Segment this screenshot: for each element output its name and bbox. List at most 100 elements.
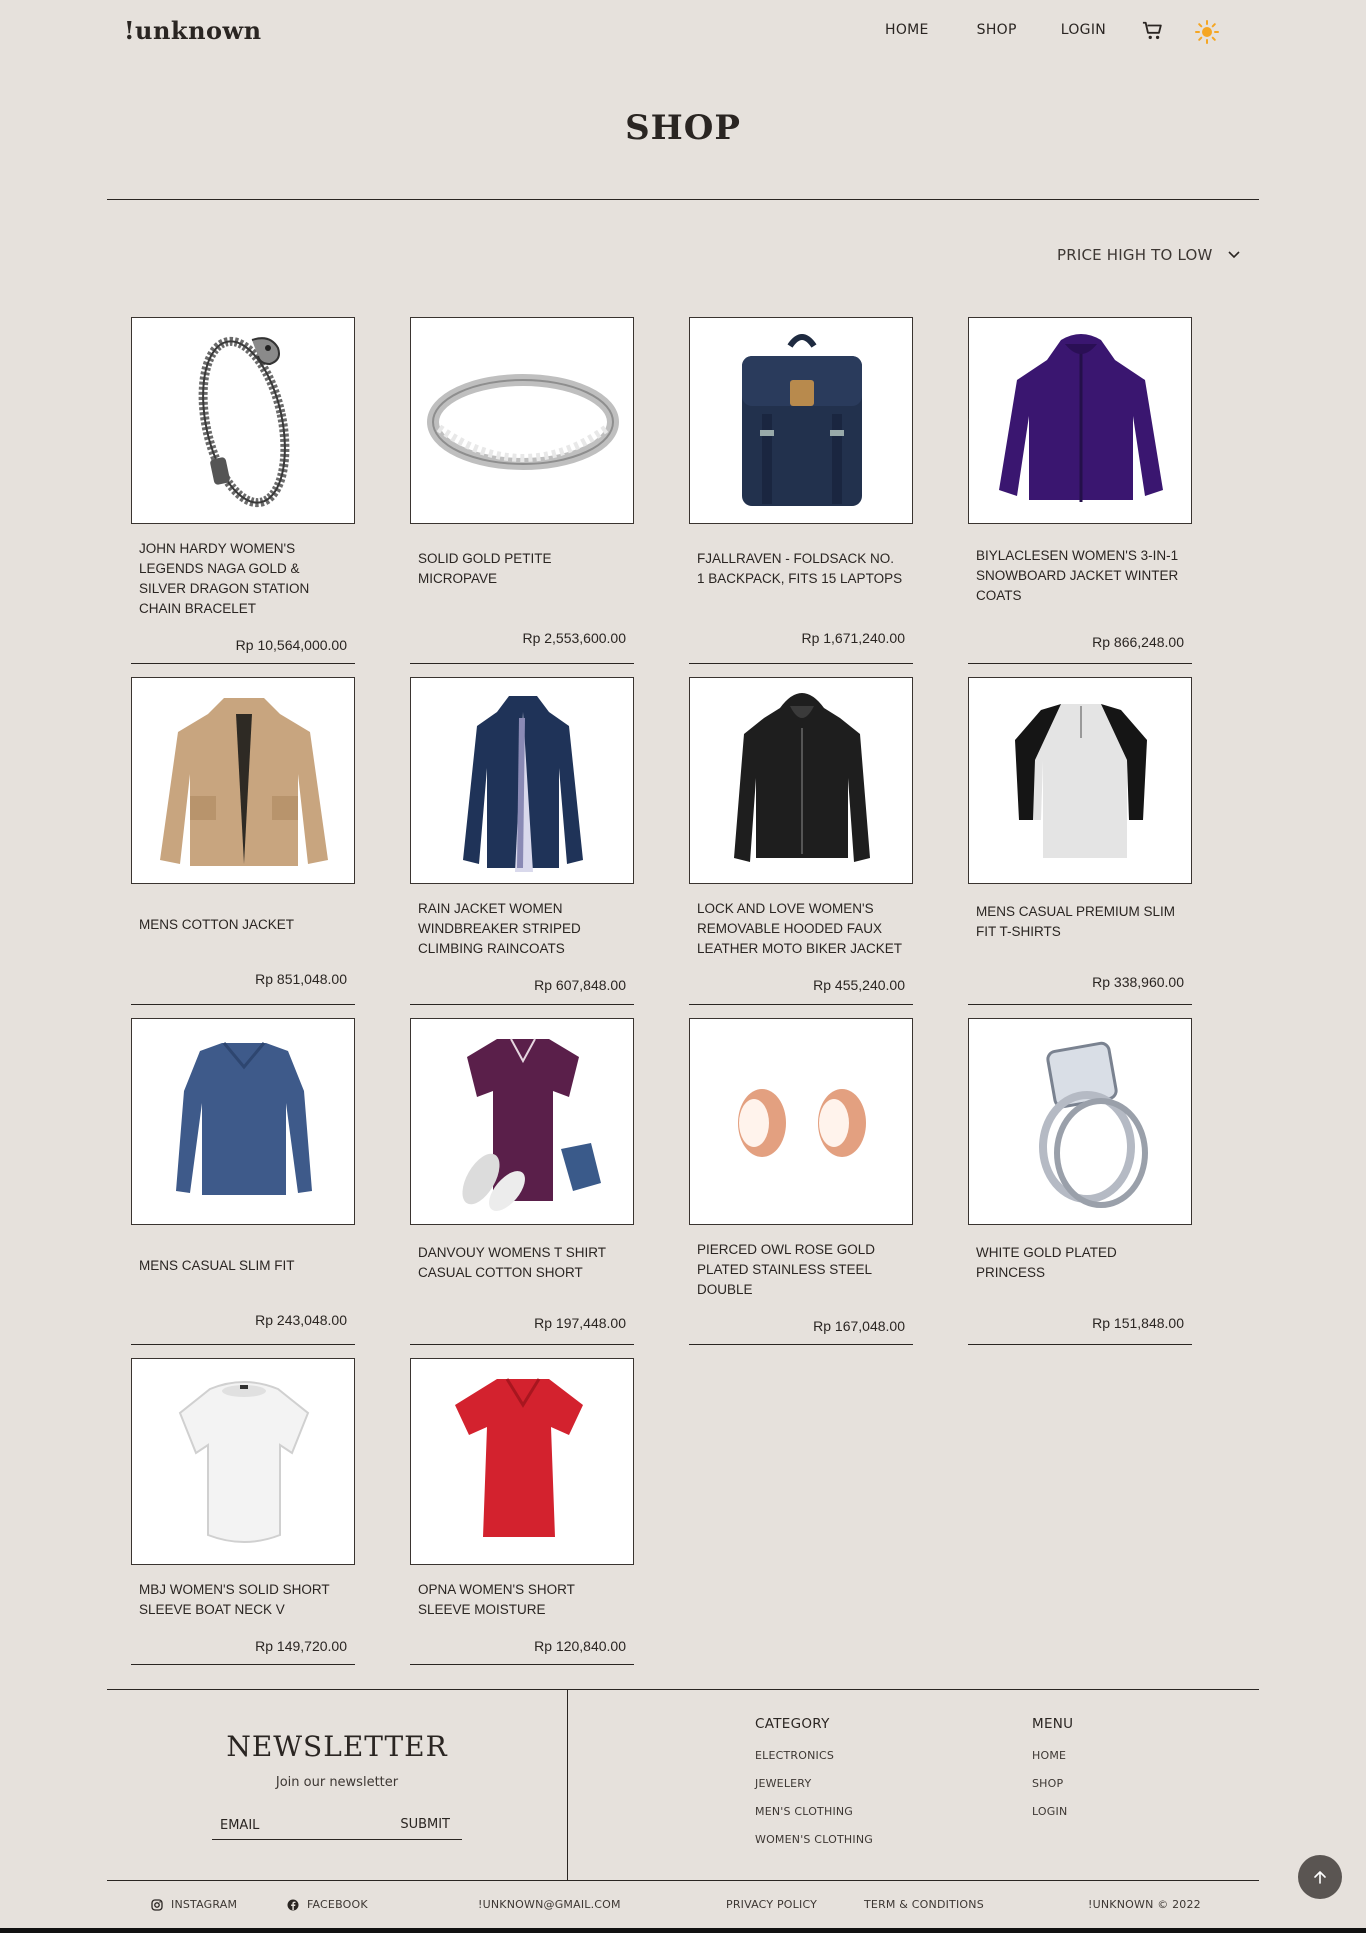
page-title: SHOP xyxy=(625,108,741,148)
newsletter-title: NEWSLETTER xyxy=(226,1730,448,1763)
product-price: Rp 866,248.00 xyxy=(1092,634,1184,650)
product-title[interactable]: SOLID GOLD PETITE MICROPAVE xyxy=(418,549,626,589)
ring-image xyxy=(427,374,619,470)
product-image[interactable] xyxy=(131,317,355,524)
product-image[interactable] xyxy=(689,317,913,524)
rain-jacket-image xyxy=(463,696,583,872)
product-image[interactable] xyxy=(689,677,913,884)
cotton-jacket-image xyxy=(160,698,328,866)
newsletter-email-input[interactable] xyxy=(220,1814,380,1836)
card-divider xyxy=(410,1004,634,1005)
purple-tee-image xyxy=(462,1038,601,1211)
product-title[interactable]: MENS COTTON JACKET xyxy=(139,915,347,935)
product-image[interactable] xyxy=(131,677,355,884)
product-price: Rp 338,960.00 xyxy=(1092,974,1184,990)
card-divider xyxy=(131,1344,355,1345)
product-title[interactable]: FJALLRAVEN - FOLDSACK NO. 1 BACKPACK, FI… xyxy=(697,549,905,589)
instagram-icon xyxy=(151,1898,163,1911)
newsletter-form: SUBMIT xyxy=(212,1810,462,1840)
product-title[interactable]: OPNA WOMEN'S SHORT SLEEVE MOISTURE xyxy=(418,1580,626,1620)
plugs-image xyxy=(738,1089,866,1157)
product-price: Rp 607,848.00 xyxy=(534,977,626,993)
instagram-label: INSTAGRAM xyxy=(171,1898,238,1911)
product-price: Rp 151,848.00 xyxy=(1092,1315,1184,1331)
product-image[interactable] xyxy=(410,677,634,884)
footer-link-womens-clothing[interactable]: WOMEN'S CLOTHING xyxy=(755,1833,873,1846)
nav-home[interactable]: HOME xyxy=(885,22,929,38)
footer-link-electronics[interactable]: ELECTRONICS xyxy=(755,1749,834,1762)
product-price: Rp 197,448.00 xyxy=(534,1315,626,1331)
purple-jacket-image xyxy=(999,334,1163,502)
footer-link-home[interactable]: HOME xyxy=(1032,1749,1066,1762)
product-title[interactable]: MENS CASUAL SLIM FIT xyxy=(139,1256,347,1276)
red-tee-image xyxy=(455,1378,583,1537)
card-divider xyxy=(131,663,355,664)
product-price: Rp 120,840.00 xyxy=(534,1638,626,1654)
product-title[interactable]: WHITE GOLD PLATED PRINCESS xyxy=(976,1243,1184,1283)
product-price: Rp 1,671,240.00 xyxy=(801,630,905,646)
card-divider xyxy=(689,1344,913,1345)
leather-jacket-image xyxy=(734,693,870,862)
newsletter-subtitle: Join our newsletter xyxy=(275,1775,399,1790)
product-title[interactable]: BIYLACLESEN WOMEN'S 3-IN-1 SNOWBOARD JAC… xyxy=(976,546,1184,606)
chevron-down-icon xyxy=(1228,251,1240,259)
footer-link-login[interactable]: LOGIN xyxy=(1032,1805,1067,1818)
product-title[interactable]: PIERCED OWL ROSE GOLD PLATED STAINLESS S… xyxy=(697,1240,905,1300)
bottom-divider xyxy=(107,1880,1259,1881)
white-tee-image xyxy=(178,1381,310,1543)
card-divider xyxy=(131,1664,355,1665)
card-divider xyxy=(410,663,634,664)
product-price: Rp 10,564,000.00 xyxy=(235,637,347,653)
menu-heading: MENU xyxy=(1032,1716,1074,1732)
nav-shop[interactable]: SHOP xyxy=(977,22,1017,38)
product-title[interactable]: MBJ WOMEN'S SOLID SHORT SLEEVE BOAT NECK… xyxy=(139,1580,347,1620)
scroll-to-top-button[interactable] xyxy=(1298,1855,1342,1899)
terms-link[interactable]: TERM & CONDITIONS xyxy=(864,1898,984,1911)
product-image[interactable] xyxy=(968,677,1192,884)
product-image[interactable] xyxy=(410,1018,634,1225)
product-image[interactable] xyxy=(968,1018,1192,1225)
product-title[interactable]: DANVOUY WOMENS T SHIRT CASUAL COTTON SHO… xyxy=(418,1243,626,1283)
facebook-label: FACEBOOK xyxy=(307,1898,368,1911)
product-price: Rp 851,048.00 xyxy=(255,971,347,987)
main-nav: HOME SHOP LOGIN xyxy=(885,22,1144,38)
card-divider xyxy=(689,663,913,664)
sun-icon[interactable] xyxy=(1195,20,1219,44)
raglan-tee-image xyxy=(1015,704,1147,858)
facebook-icon xyxy=(287,1899,299,1910)
card-divider xyxy=(968,1004,1192,1005)
product-price: Rp 167,048.00 xyxy=(813,1318,905,1334)
card-divider xyxy=(689,1004,913,1005)
header: !unknown HOME SHOP LOGIN xyxy=(0,0,1366,64)
facebook-link[interactable]: FACEBOOK xyxy=(287,1898,368,1911)
brand-logo[interactable]: !unknown xyxy=(124,16,262,45)
contact-email-link[interactable]: !UNKNOWN@GMAIL.COM xyxy=(478,1898,621,1911)
product-title[interactable]: LOCK AND LOVE WOMEN'S REMOVABLE HOODED F… xyxy=(697,899,905,959)
cart-icon[interactable] xyxy=(1142,20,1164,42)
product-price: Rp 243,048.00 xyxy=(255,1312,347,1328)
card-divider xyxy=(410,1344,634,1345)
card-divider xyxy=(968,1344,1192,1345)
product-title[interactable]: JOHN HARDY WOMEN'S LEGENDS NAGA GOLD & S… xyxy=(139,539,347,619)
newsletter-submit-button[interactable]: SUBMIT xyxy=(400,1817,450,1832)
product-title[interactable]: RAIN JACKET WOMEN WINDBREAKER STRIPED CL… xyxy=(418,899,626,959)
instagram-link[interactable]: INSTAGRAM xyxy=(151,1898,237,1911)
product-image[interactable] xyxy=(968,317,1192,524)
product-price: Rp 2,553,600.00 xyxy=(522,630,626,646)
product-image[interactable] xyxy=(410,317,634,524)
privacy-policy-link[interactable]: PRIVACY POLICY xyxy=(726,1898,817,1911)
footer-link-mens-clothing[interactable]: MEN'S CLOTHING xyxy=(755,1805,853,1818)
product-image[interactable] xyxy=(131,1358,355,1565)
product-price: Rp 455,240.00 xyxy=(813,977,905,993)
product-image[interactable] xyxy=(689,1018,913,1225)
sort-dropdown[interactable]: PRICE HIGH TO LOW xyxy=(1057,246,1241,264)
product-title[interactable]: MENS CASUAL PREMIUM SLIM FIT T-SHIRTS xyxy=(976,902,1184,942)
footer-link-jewelery[interactable]: JEWELERY xyxy=(755,1777,811,1790)
card-divider xyxy=(410,1664,634,1665)
footer-link-shop[interactable]: SHOP xyxy=(1032,1777,1063,1790)
product-image[interactable] xyxy=(131,1018,355,1225)
nav-login[interactable]: LOGIN xyxy=(1061,22,1106,38)
product-image[interactable] xyxy=(410,1358,634,1565)
divider xyxy=(107,199,1259,200)
card-divider xyxy=(131,1004,355,1005)
